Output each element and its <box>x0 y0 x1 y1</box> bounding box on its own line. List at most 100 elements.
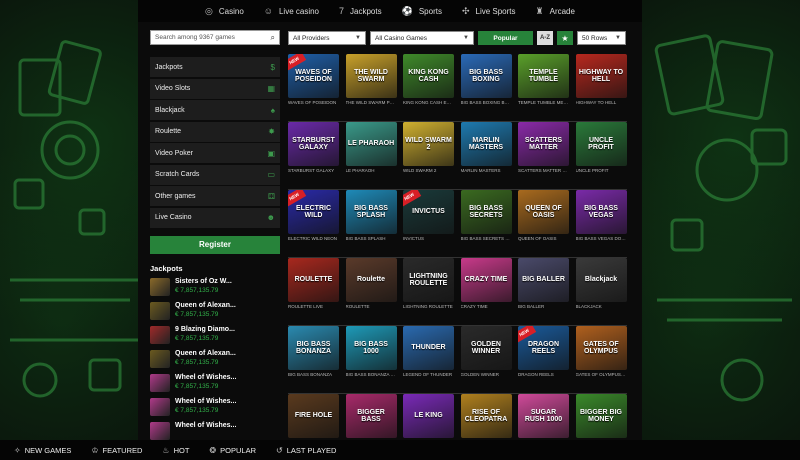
game-tile[interactable]: BIG BASS BONANZA Big Bass Bonanza <box>288 326 339 393</box>
category-blackjack[interactable]: Blackjack ♠ <box>150 100 280 120</box>
game-tile[interactable]: BIG BASS SECRETS Big Bass Secrets of the … <box>460 190 512 257</box>
game-thumbnail[interactable]: BIGGER BIG MONEY <box>575 394 627 438</box>
game-thumbnail[interactable]: Roulette <box>345 258 397 302</box>
nav-live-sports[interactable]: ✣ Live Sports <box>462 6 516 17</box>
tab-featured[interactable]: ♔ FEATURED <box>91 446 142 455</box>
game-tile[interactable]: BIG BALLER Big Baller <box>518 258 569 325</box>
tab-last-played[interactable]: ↺ LAST PLAYED <box>276 446 336 455</box>
providers-select[interactable]: All Providers ▼ <box>288 31 366 45</box>
nav-casino[interactable]: ◎ Casino <box>205 6 244 17</box>
tab-hot[interactable]: ♨ HOT <box>162 446 189 455</box>
jackpot-item[interactable]: 9 Blazing Diamo... € 7,857,135.79 <box>150 325 280 345</box>
game-tile[interactable]: SCATTERS MATTER Scatters Matter Snack Pac… <box>518 122 569 189</box>
game-tile[interactable]: GATES OF OLYMPUS Gates of Olympus Super S… <box>575 326 627 393</box>
game-tile[interactable]: GOLDEN WINNER Golden Winner <box>460 326 512 393</box>
game-tile[interactable]: QUEEN OF OASIS Queen of Oasis <box>518 190 569 257</box>
game-tile[interactable]: Roulette Roulette <box>345 258 397 325</box>
game-thumbnail[interactable]: BIG BASS SPLASH <box>345 190 397 234</box>
game-thumbnail[interactable]: FIRE HOLE <box>288 394 339 438</box>
game-thumbnail[interactable]: KING KONG CASH <box>403 54 454 98</box>
game-tile[interactable]: ELECTRIC WILD NEW Electric Wild Neon <box>288 190 339 257</box>
game-thumbnail[interactable]: SCATTERS MATTER <box>518 122 569 166</box>
game-thumbnail[interactable]: BIG BASS 1000 <box>345 326 397 370</box>
sort-az-button[interactable]: A-Z <box>537 31 553 45</box>
game-tile[interactable]: CRAZY TIME Crazy Time <box>460 258 512 325</box>
game-tile[interactable]: LE PHARAOH Le Pharaoh <box>345 122 397 189</box>
game-thumbnail[interactable]: UNCLE PROFIT <box>575 122 627 166</box>
tab-new-games[interactable]: ✧ NEW GAMES <box>14 446 71 455</box>
game-tile[interactable]: BIG BASS SPLASH Big Bass Splash <box>345 190 397 257</box>
jackpot-item[interactable]: Sisters of Oz W... € 7,857,135.79 <box>150 277 280 297</box>
game-thumbnail[interactable]: CRAZY TIME <box>460 258 512 302</box>
game-tile[interactable]: WILD SWARM 2 Wild Swarm 2 <box>403 122 454 189</box>
nav-arcade[interactable]: ♜ Arcade <box>536 6 575 17</box>
search-icon[interactable]: ⌕ <box>271 33 275 43</box>
game-tile[interactable]: THUNDER Legend of Thunder <box>403 326 454 393</box>
game-tile[interactable]: THE WILD SWARM The Wild Swarm Power <box>345 54 397 121</box>
game-tile[interactable]: MARLIN MASTERS Marlin Masters <box>460 122 512 189</box>
favorites-star-icon[interactable]: ★ <box>557 31 573 45</box>
category-roulette[interactable]: Roulette ✸ <box>150 121 280 142</box>
game-thumbnail[interactable]: QUEEN OF OASIS <box>518 190 569 234</box>
jackpot-item[interactable]: Wheel of Wishes... <box>150 421 280 441</box>
game-thumbnail[interactable]: BIG BASS BOXING <box>460 54 512 98</box>
register-button[interactable]: Register <box>150 235 280 254</box>
game-thumbnail[interactable]: BIG BASS SECRETS <box>460 190 512 234</box>
game-thumbnail[interactable]: WILD SWARM 2 <box>403 122 454 166</box>
game-thumbnail[interactable]: GOLDEN WINNER <box>460 326 512 370</box>
game-thumbnail[interactable]: INVICTUS NEW <box>403 190 454 234</box>
game-tile[interactable]: WAVES OF POSEIDON NEW Waves of Poseidon <box>288 54 339 121</box>
game-thumbnail[interactable]: ROULETTE <box>288 258 339 302</box>
nav-jackpots[interactable]: 7 Jackpots <box>339 6 382 16</box>
game-thumbnail[interactable]: LE PHARAOH <box>345 122 397 166</box>
game-thumbnail[interactable]: ELECTRIC WILD NEW <box>288 190 339 234</box>
game-thumbnail[interactable]: BIG BASS BONANZA <box>288 326 339 370</box>
jackpot-item[interactable]: Queen of Alexan... € 7,857,135.79 <box>150 301 280 321</box>
game-thumbnail[interactable]: MARLIN MASTERS <box>460 122 512 166</box>
search-input[interactable]: Search among 9367 games ⌕ <box>150 30 280 45</box>
game-tile[interactable]: STARBURST GALAXY Starburst Galaxy <box>288 122 339 189</box>
game-thumbnail[interactable]: SUGAR RUSH 1000 <box>518 394 569 438</box>
game-thumbnail[interactable]: GATES OF OLYMPUS <box>575 326 627 370</box>
category-other-games[interactable]: Other games ⚃ <box>150 186 280 206</box>
game-thumbnail[interactable]: LIGHTNING ROULETTE <box>403 258 454 302</box>
game-tile[interactable]: Blackjack Blackjack <box>575 258 627 325</box>
category-live-casino[interactable]: Live Casino ☻ <box>150 207 280 228</box>
category-scratch-cards[interactable]: Scratch Cards ▭ <box>150 164 280 185</box>
nav-sports[interactable]: ⚽ Sports <box>402 6 442 17</box>
game-type-select[interactable]: All Casino Games ▼ <box>370 31 474 45</box>
game-tile[interactable]: LIGHTNING ROULETTE Lightning Roulette <box>403 258 454 325</box>
game-tile[interactable]: TEMPLE TUMBLE Temple Tumble Megaways <box>518 54 569 121</box>
game-thumbnail[interactable]: Blackjack <box>575 258 627 302</box>
game-thumbnail[interactable]: RISE OF CLEOPATRA <box>460 394 512 438</box>
game-thumbnail[interactable]: THE WILD SWARM <box>345 54 397 98</box>
game-tile[interactable]: UNCLE PROFIT Uncle Profit <box>575 122 627 189</box>
game-thumbnail[interactable]: DRAGON REELS NEW <box>518 326 569 370</box>
jackpot-item[interactable]: Queen of Alexan... € 7,857,135.79 <box>150 349 280 369</box>
sort-popular-button[interactable]: Popular <box>478 31 533 45</box>
jackpot-item[interactable]: Wheel of Wishes... € 7,857,135.79 <box>150 397 280 417</box>
game-thumbnail[interactable]: BIG BASS VEGAS <box>575 190 627 234</box>
game-tile[interactable]: BIG BASS BOXING Big Bass Boxing Bonus Rou… <box>460 54 512 121</box>
game-thumbnail[interactable]: STARBURST GALAXY <box>288 122 339 166</box>
game-thumbnail[interactable]: HIGHWAY TO HELL <box>575 54 627 98</box>
nav-live-casino[interactable]: ☺ Live casino <box>264 6 319 16</box>
game-tile[interactable]: BIG BASS VEGAS Big Bass Vegas Double Down <box>575 190 627 257</box>
game-tile[interactable]: INVICTUS NEW Invictus <box>403 190 454 257</box>
jackpot-item[interactable]: Wheel of Wishes... € 7,857,135.79 <box>150 373 280 393</box>
game-thumbnail[interactable]: WAVES OF POSEIDON NEW <box>288 54 339 98</box>
game-tile[interactable]: HIGHWAY TO HELL Highway to Hell <box>575 54 627 121</box>
rows-select[interactable]: 50 Rows ▼ <box>577 31 626 45</box>
tab-popular[interactable]: ❂ POPULAR <box>209 446 256 455</box>
game-thumbnail[interactable]: TEMPLE TUMBLE <box>518 54 569 98</box>
category-video-slots[interactable]: Video Slots ▦ <box>150 78 280 99</box>
game-tile[interactable]: BIG BASS 1000 Big Bass Bonanza 1000 <box>345 326 397 393</box>
game-thumbnail[interactable]: LE KING <box>403 394 454 438</box>
game-thumbnail[interactable]: BIGGER BASS <box>345 394 397 438</box>
game-thumbnail[interactable]: BIG BALLER <box>518 258 569 302</box>
game-tile[interactable]: ROULETTE Roulette Live <box>288 258 339 325</box>
category-video-poker[interactable]: Video Poker ▣ <box>150 143 280 163</box>
category-jackpots[interactable]: Jackpots $ <box>150 57 280 77</box>
game-thumbnail[interactable]: THUNDER <box>403 326 454 370</box>
game-tile[interactable]: KING KONG CASH King Kong Cash Even Bigger… <box>403 54 454 121</box>
